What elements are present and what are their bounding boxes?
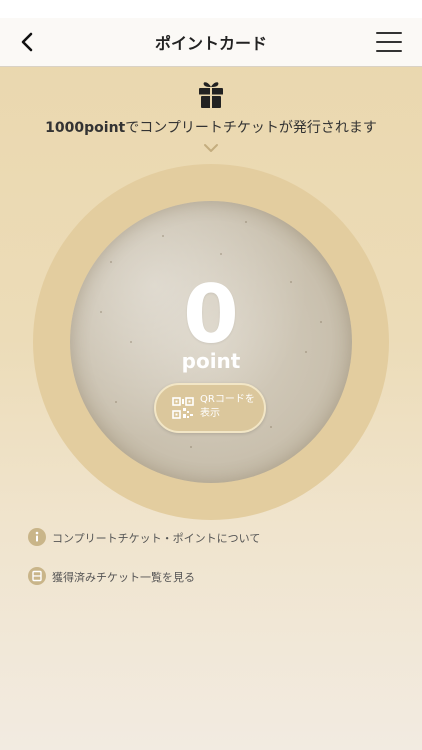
hamburger-icon-line	[376, 32, 402, 34]
hamburger-icon-line	[376, 50, 402, 52]
page-title: ポイントカード	[154, 34, 267, 53]
points-goal: 1000point	[45, 120, 126, 136]
gift-icon	[199, 82, 223, 108]
info-icon	[28, 528, 46, 546]
points-value: 0	[183, 268, 239, 361]
qr-code-icon	[172, 397, 194, 419]
reward-message: でコンプリートチケットが発行されます	[125, 120, 377, 136]
navigation-bar: ポイントカード	[0, 18, 422, 67]
hamburger-icon-line	[376, 41, 402, 43]
points-unit: point	[181, 349, 241, 373]
ticket-list-icon	[28, 567, 46, 585]
chevron-down-icon[interactable]	[203, 143, 219, 153]
show-qr-code-button[interactable]: QRコードを 表示	[154, 383, 266, 433]
link-label: 獲得済みチケット一覧を見る	[52, 571, 195, 584]
link-label: コンプリートチケット・ポイントについて	[52, 532, 261, 545]
reward-info-text: 1000pointでコンプリートチケットが発行されます	[0, 117, 422, 137]
status-bar	[0, 0, 422, 18]
menu-button[interactable]	[376, 32, 402, 52]
qr-button-label: QRコードを 表示	[200, 394, 255, 419]
